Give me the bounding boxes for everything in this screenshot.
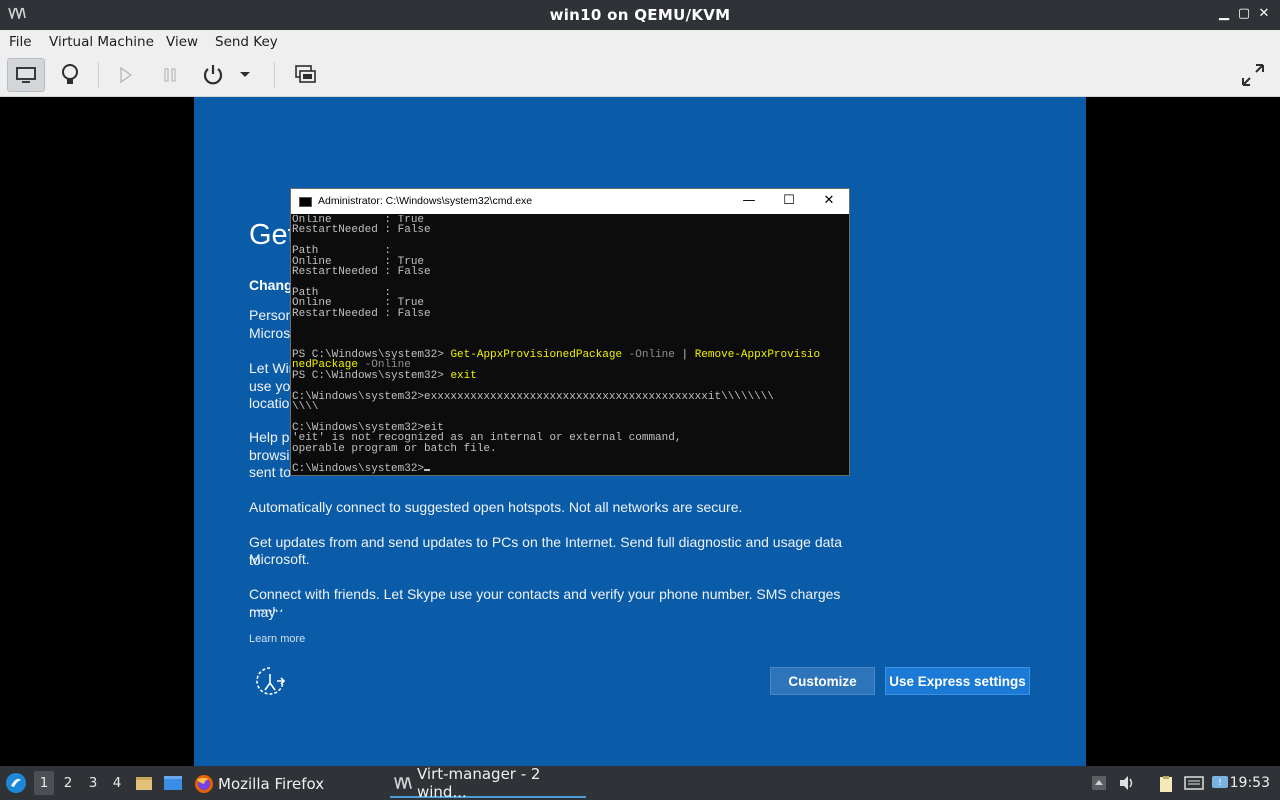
skype-text-line2: apply. (249, 604, 286, 612)
desktop-icon (164, 776, 182, 790)
task-virt-manager[interactable]: Virt-manager - 2 wind... (390, 765, 586, 800)
console-line: Online : True (292, 297, 425, 310)
workspace-2[interactable]: 2 (58, 775, 78, 791)
app-menu-button[interactable] (5, 772, 27, 794)
ease-of-access-button[interactable] (254, 665, 286, 697)
power-menu-chevron-icon (240, 72, 250, 77)
fullscreen-button[interactable] (1234, 58, 1272, 92)
details-lightbulb-icon (62, 64, 78, 84)
run-icon (120, 66, 133, 84)
tray-arrow-icon (1092, 776, 1106, 790)
console-line: Path : (292, 245, 392, 258)
console-line: RestartNeeded : False (292, 265, 431, 278)
task-virt-manager-label: Virt-manager - 2 wind... (416, 765, 541, 800)
minimize-button[interactable]: ▁ (1217, 7, 1231, 21)
firefox-icon (195, 775, 213, 793)
snapshots-icon (295, 65, 316, 83)
task-firefox[interactable]: Mozilla Firefox (194, 770, 324, 798)
maximize-button[interactable]: ▢ (1237, 7, 1251, 21)
taskbar: 1 2 3 4 Mozilla Firefox Virt-manager - 2… (0, 765, 1280, 800)
console-line: C:\Windows\system32>exxxxxxxxxxxxxxxxxxx… (292, 390, 774, 403)
console-cursor (424, 469, 431, 472)
menu-file[interactable]: File (9, 34, 32, 50)
cmd-maximize-button[interactable]: ☐ (782, 193, 796, 208)
window-titlebar: win10 on QEMU/KVM ▁ ▢ ✕ (0, 0, 1280, 30)
virt-manager-icon (394, 777, 412, 789)
customize-button[interactable]: Customize (770, 667, 875, 695)
run-button[interactable] (107, 58, 145, 92)
vm-toolbar (0, 54, 1280, 97)
console-output[interactable]: Online : True RestartNeeded : False Path :… (292, 215, 849, 475)
use-express-settings-button[interactable]: Use Express settings (885, 667, 1030, 695)
notification-icon: ! (1212, 776, 1228, 788)
power-icon (203, 65, 223, 85)
task-firefox-label: Mozilla Firefox (218, 775, 325, 793)
cmd-window[interactable]: Administrator: C:\Windows\system32\cmd.e… (290, 188, 850, 476)
tray-scroll-button[interactable] (1091, 775, 1109, 791)
menu-view[interactable]: View (166, 34, 198, 50)
console-line: operable program or batch file. (292, 442, 497, 455)
taskbar-clock[interactable]: 19:53 (1230, 775, 1270, 791)
menu-bar: File Virtual Machine View Send Key (0, 30, 1280, 54)
snapshots-button[interactable] (287, 58, 325, 92)
network-button[interactable] (1184, 775, 1204, 791)
clipboard-button[interactable] (1157, 775, 1175, 792)
console-button[interactable] (7, 58, 45, 92)
desktop-switch-button[interactable] (163, 774, 183, 792)
menu-send-key[interactable]: Send Key (215, 34, 278, 50)
show-desktop-button[interactable] (135, 774, 153, 792)
workspace-4[interactable]: 4 (107, 775, 127, 791)
console-line: RestartNeeded : False (292, 307, 431, 320)
svg-text:!: ! (1218, 778, 1222, 788)
console-line: \\\\ (292, 401, 319, 414)
hotspots-text: Automatically connect to suggested open … (249, 499, 743, 515)
network-icon (1184, 776, 1204, 790)
notifications-button[interactable]: ! (1211, 775, 1229, 791)
cmd-close-button[interactable]: ✕ (822, 193, 836, 208)
cmd-icon (299, 197, 312, 207)
clipboard-icon (1160, 776, 1172, 792)
details-button[interactable] (51, 58, 89, 92)
power-button[interactable] (194, 58, 232, 92)
pause-icon (164, 68, 176, 82)
updates-text-line2: Microsoft. (249, 551, 310, 567)
console-line: PS C:\Windows\system32> exit (292, 369, 477, 382)
power-menu-button[interactable] (233, 58, 257, 92)
learn-more-link[interactable]: Learn more (249, 633, 305, 645)
workspace-1[interactable]: 1 (34, 771, 54, 795)
volume-button[interactable] (1118, 775, 1136, 791)
close-button[interactable]: ✕ (1257, 7, 1271, 21)
window-title: win10 on QEMU/KVM (549, 6, 731, 24)
volume-icon (1120, 776, 1133, 790)
workspace-3[interactable]: 3 (83, 775, 103, 791)
cmd-titlebar: Administrator: C:\Windows\system32\cmd.e… (291, 189, 849, 214)
pause-button[interactable] (151, 58, 189, 92)
fullscreen-icon (1242, 64, 1264, 86)
console-icon (16, 67, 36, 83)
cmd-minimize-button[interactable]: — (742, 193, 756, 208)
file-manager-icon (136, 777, 152, 790)
lxqt-menu-icon (6, 773, 26, 793)
console-line: RestartNeeded : False (292, 224, 431, 237)
ease-of-access-icon (256, 667, 286, 695)
console-line: C:\Windows\system32> (292, 464, 849, 475)
page-title: Get (249, 219, 296, 251)
menu-virtual-machine[interactable]: Virtual Machine (49, 34, 154, 50)
cmd-title: Administrator: C:\Windows\system32\cmd.e… (318, 195, 533, 207)
